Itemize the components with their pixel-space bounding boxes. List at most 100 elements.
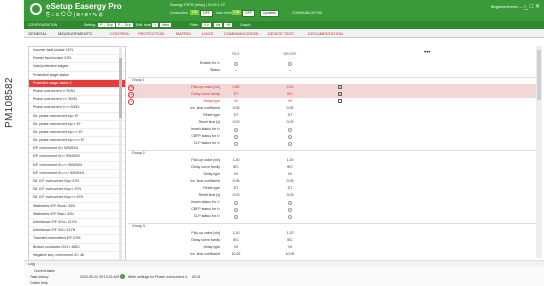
list-scroll-thumb[interactable] <box>119 58 122 118</box>
file-value[interactable]: 0.03 <box>224 192 248 199</box>
protection-list-item[interactable]: Incomer fault locator 21FL <box>29 47 125 56</box>
column-file: FILE <box>232 52 240 56</box>
log-duration: 00:01 <box>192 275 201 279</box>
setting-row: Pick-up value [xIn] 1.20 1.20 <box>128 157 536 164</box>
protection-list-item[interactable]: E/F overcurrent I0>>>> 50N/51N <box>29 170 125 178</box>
file-value[interactable]: 1.20 <box>224 157 248 164</box>
setting-row: Reset type DT DT <box>128 112 536 119</box>
menu-matrix[interactable]: MATRIX <box>176 31 191 36</box>
protection-list-item[interactable]: Wattmetric E/F I0cos> 32N <box>29 203 125 211</box>
menu-measurements[interactable]: MEASUREMENTS <box>58 31 92 36</box>
online-help[interactable]: Online help <box>30 281 48 285</box>
status-indicator-icon <box>288 141 292 146</box>
file-value[interactable]: DT <box>224 112 248 119</box>
file-value[interactable]: IEC <box>224 164 248 171</box>
status-indicator-icon <box>234 207 238 212</box>
protection-list-item[interactable]: Dir. E/F overcurrent I0φ> 67N <box>29 178 125 187</box>
protection-list-item[interactable]: Dir. phase overcurrent Iφ>> 67 <box>29 121 125 129</box>
copy-checkbox[interactable]: ○ <box>338 99 342 103</box>
setting-row: Inv. time coefficient 10.00 10.00 <box>128 251 536 258</box>
setting-label: CLP status for I> <box>193 141 220 145</box>
protection-list-item[interactable]: Dir. phase overcurrent Iφ>>>> 67 <box>29 137 125 146</box>
setting-row: Delay type NI NI <box>128 244 536 251</box>
setting-label: Delay curve family <box>191 92 220 96</box>
protection-list-item[interactable]: Dir. E/F overcurrent I0φ>>> 67N <box>29 194 125 203</box>
file-value[interactable]: 0.03 <box>224 119 248 126</box>
quick-toolbar[interactable]: ⎘ ⌂ ⊡ ⟲ ⟳ | ⊞ ▾ ⊟ ▾ ✎ ⚙ <box>46 12 103 18</box>
setting-label: CBFP status for I> <box>191 207 220 211</box>
file-value[interactable]: DT <box>224 185 248 192</box>
edit-level-box[interactable]: 1 <box>152 23 158 27</box>
menu-protection[interactable]: PROTECTION <box>138 31 164 36</box>
copy-checkbox[interactable]: ✓ <box>338 92 342 96</box>
protection-list-item[interactable]: Wattmetric E/F I0sin> 32N <box>29 211 125 219</box>
menu-communication[interactable]: COMMUNICATION <box>224 31 258 36</box>
protection-list-item[interactable]: Transient intermittent E/F 67NI <box>29 235 125 244</box>
protection-stage-list[interactable]: Incomer fault locator 21FL Feeder fault l… <box>28 46 126 272</box>
user-level-off[interactable]: OFF <box>242 10 255 17</box>
log-panel: Log Current tasks Task history Online he… <box>24 260 544 286</box>
filter-field-2[interactable]: Hz <box>214 23 223 27</box>
app-title: eSetup Easergy Pro <box>46 2 122 11</box>
setting-row: CBFP status for I> <box>128 206 536 213</box>
window-controls[interactable]: _ □ ✕ <box>525 3 540 10</box>
filter-field-1[interactable]: 0.0 <box>202 23 211 27</box>
protection-list-item[interactable]: Admittance E/F I0Yo> 21YN <box>29 219 125 228</box>
user-level-toggle[interactable]: ON <box>232 10 242 15</box>
status-indicator-icon <box>234 141 238 146</box>
device-value: 1.20 <box>286 158 294 162</box>
menu-logs[interactable]: LOGS <box>202 31 213 36</box>
protection-list-item[interactable]: Phase overcurrent I>> 50/51 <box>29 96 125 105</box>
side-label-strip: PM108582 <box>0 0 24 286</box>
file-value[interactable]: NI <box>224 244 248 251</box>
menu-documentation[interactable]: DOCUMENTATION <box>308 31 343 36</box>
task-history[interactable]: Task history <box>30 275 48 279</box>
updates-button[interactable]: Updates <box>260 10 280 17</box>
log-tab[interactable]: Log <box>28 261 35 266</box>
protection-list-item[interactable]: Phase overcurrent I>>> 50/51 <box>29 104 125 113</box>
setting-row: Inrush status for I> <box>128 199 536 206</box>
file-value[interactable]: NI <box>224 98 248 105</box>
menu-control[interactable]: CONTROL <box>110 31 130 36</box>
file-value[interactable]: 0.05 <box>224 178 248 185</box>
file-value[interactable]: DT <box>224 91 248 98</box>
file-value[interactable]: – <box>224 67 248 74</box>
protection-list-item[interactable]: Feeder fault locator 21FL <box>29 55 125 64</box>
connection-off[interactable]: OFF <box>200 10 213 17</box>
protection-list-item[interactable]: Valid protection stages <box>29 63 125 72</box>
prev-group-button[interactable]: P→ Grp <box>98 23 115 27</box>
protection-list-item[interactable]: Dir. phase overcurrent Iφ> 67 <box>29 113 125 121</box>
file-value[interactable]: 0.80 <box>224 84 248 91</box>
protection-list-item[interactable]: E/F overcurrent I0>>> 50N/51N <box>29 162 125 170</box>
protection-list-item[interactable]: Dir. phase overcurrent Iφ>>> 67 <box>29 129 125 138</box>
file-value[interactable]: IEC <box>224 237 248 244</box>
connection-toggle[interactable]: ON <box>190 10 200 15</box>
file-value[interactable]: 10.00 <box>224 251 248 258</box>
protection-list-item[interactable]: Admittance E/F I0G> 21YN <box>29 227 125 236</box>
list-scrollbar[interactable] <box>119 46 122 270</box>
protection-list-item[interactable]: Broken conductor I2/I1> 46BC <box>29 244 125 252</box>
protection-list-item[interactable]: Phase overcurrent I> 50/51 <box>29 88 125 97</box>
protection-list-item[interactable]: Negative seq. overcurrent I2> 46 <box>29 252 125 260</box>
protection-list-item[interactable]: Protection stage status 2 <box>29 79 125 88</box>
panel-scrollbar[interactable] <box>536 46 542 258</box>
protection-list-item[interactable]: Protection stage status <box>29 72 125 80</box>
copy-checkbox[interactable]: ✓ <box>338 85 342 89</box>
protection-list-item[interactable]: E/F overcurrent I0> 50N/51N <box>29 145 125 154</box>
protection-list-item[interactable]: E/F overcurrent I0>> 50N/51N <box>29 153 125 162</box>
setting-label: Setting: <box>84 23 96 27</box>
file-value[interactable]: 0.05 <box>224 105 248 112</box>
more-options-icon[interactable]: ••• <box>424 50 430 56</box>
panel-scroll-thumb[interactable] <box>537 50 541 100</box>
filter-field-3[interactable]: +8 <box>224 23 232 27</box>
setting-row: Delay type NI NI <box>128 171 536 178</box>
menu-general[interactable]: GENERAL <box>28 31 47 36</box>
device-value: NI <box>288 99 292 103</box>
file-value[interactable]: 1.20 <box>224 230 248 237</box>
menu-device-test[interactable]: DEVICE TEST <box>268 31 294 36</box>
setting-group-button[interactable]: P→ Grp <box>116 23 133 27</box>
protection-list-item[interactable]: Dir. E/F overcurrent I0φ>> 67N <box>29 186 125 195</box>
file-value[interactable]: NI <box>224 171 248 178</box>
new-button[interactable]: New <box>160 23 172 27</box>
current-tasks[interactable]: Current tasks <box>34 269 55 273</box>
